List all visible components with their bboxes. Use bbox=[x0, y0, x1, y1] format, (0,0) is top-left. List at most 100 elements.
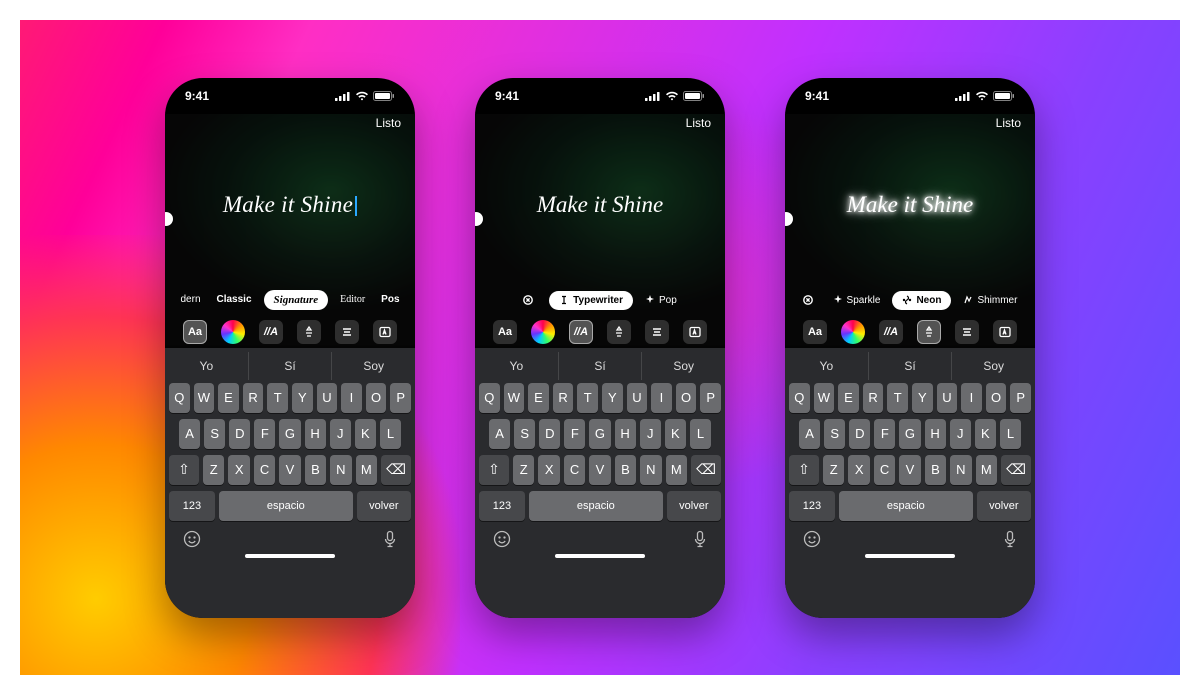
key-return[interactable]: volver bbox=[357, 491, 411, 521]
key-L[interactable]: L bbox=[1000, 419, 1021, 449]
background-tool[interactable] bbox=[683, 320, 707, 344]
key-M[interactable]: M bbox=[356, 455, 377, 485]
color-tool[interactable] bbox=[221, 320, 245, 344]
style-chip-dern[interactable]: dern bbox=[176, 290, 204, 309]
style-chip-neon[interactable]: Neon bbox=[892, 291, 951, 310]
key-W[interactable]: W bbox=[194, 383, 215, 413]
key-backspace[interactable]: ⌫ bbox=[381, 455, 411, 485]
key-N[interactable]: N bbox=[330, 455, 351, 485]
animate-tool[interactable] bbox=[297, 320, 321, 344]
key-A[interactable]: A bbox=[489, 419, 510, 449]
story-canvas[interactable]: Listo Make it Shine SparkleNeonShimmer A… bbox=[785, 114, 1035, 348]
style-chip-classic[interactable]: Classic bbox=[213, 290, 256, 309]
style-chip-editor[interactable]: Editor bbox=[336, 290, 369, 309]
key-numbers[interactable]: 123 bbox=[789, 491, 835, 521]
done-button[interactable]: Listo bbox=[996, 116, 1021, 130]
style-chip-close[interactable] bbox=[519, 291, 541, 309]
suggestion-0[interactable]: Yo bbox=[785, 352, 869, 380]
key-Z[interactable]: Z bbox=[513, 455, 534, 485]
font-size-tool[interactable]: Aa bbox=[493, 320, 517, 344]
suggestion-1[interactable]: Sí bbox=[869, 352, 953, 380]
emoji-icon[interactable] bbox=[183, 530, 201, 548]
key-G[interactable]: G bbox=[279, 419, 300, 449]
slant-tool[interactable]: //A bbox=[569, 320, 593, 344]
key-X[interactable]: X bbox=[228, 455, 249, 485]
key-Z[interactable]: Z bbox=[203, 455, 224, 485]
done-button[interactable]: Listo bbox=[686, 116, 711, 130]
key-W[interactable]: W bbox=[504, 383, 525, 413]
key-F[interactable]: F bbox=[254, 419, 275, 449]
key-return[interactable]: volver bbox=[667, 491, 721, 521]
key-H[interactable]: H bbox=[615, 419, 636, 449]
key-D[interactable]: D bbox=[229, 419, 250, 449]
key-M[interactable]: M bbox=[666, 455, 687, 485]
key-T[interactable]: T bbox=[267, 383, 288, 413]
key-X[interactable]: X bbox=[538, 455, 559, 485]
key-U[interactable]: U bbox=[937, 383, 958, 413]
key-space[interactable]: espacio bbox=[529, 491, 663, 521]
key-C[interactable]: C bbox=[254, 455, 275, 485]
key-O[interactable]: O bbox=[676, 383, 697, 413]
background-tool[interactable] bbox=[993, 320, 1017, 344]
style-chip-shimmer[interactable]: Shimmer bbox=[959, 291, 1021, 310]
key-O[interactable]: O bbox=[986, 383, 1007, 413]
key-T[interactable]: T bbox=[577, 383, 598, 413]
key-F[interactable]: F bbox=[874, 419, 895, 449]
key-S[interactable]: S bbox=[514, 419, 535, 449]
key-L[interactable]: L bbox=[690, 419, 711, 449]
key-Y[interactable]: Y bbox=[292, 383, 313, 413]
color-tool[interactable] bbox=[531, 320, 555, 344]
color-tool[interactable] bbox=[841, 320, 865, 344]
animate-tool[interactable] bbox=[917, 320, 941, 344]
key-A[interactable]: A bbox=[799, 419, 820, 449]
key-F[interactable]: F bbox=[564, 419, 585, 449]
font-size-tool[interactable]: Aa bbox=[803, 320, 827, 344]
home-indicator[interactable] bbox=[865, 554, 955, 558]
key-backspace[interactable]: ⌫ bbox=[691, 455, 721, 485]
key-P[interactable]: P bbox=[1010, 383, 1031, 413]
key-numbers[interactable]: 123 bbox=[169, 491, 215, 521]
key-U[interactable]: U bbox=[317, 383, 338, 413]
suggestion-2[interactable]: Soy bbox=[952, 352, 1035, 380]
story-canvas[interactable]: Listo Make it Shine TypewriterPop Aa//A bbox=[475, 114, 725, 348]
key-B[interactable]: B bbox=[305, 455, 326, 485]
emoji-icon[interactable] bbox=[493, 530, 511, 548]
key-N[interactable]: N bbox=[640, 455, 661, 485]
key-D[interactable]: D bbox=[539, 419, 560, 449]
style-chip-typewriter[interactable]: Typewriter bbox=[549, 291, 633, 310]
key-J[interactable]: J bbox=[640, 419, 661, 449]
key-space[interactable]: espacio bbox=[839, 491, 973, 521]
suggestion-0[interactable]: Yo bbox=[475, 352, 559, 380]
suggestion-1[interactable]: Sí bbox=[559, 352, 643, 380]
style-chip-close[interactable] bbox=[799, 291, 821, 309]
key-B[interactable]: B bbox=[615, 455, 636, 485]
key-K[interactable]: K bbox=[665, 419, 686, 449]
key-Y[interactable]: Y bbox=[602, 383, 623, 413]
key-Z[interactable]: Z bbox=[823, 455, 844, 485]
key-U[interactable]: U bbox=[627, 383, 648, 413]
key-P[interactable]: P bbox=[390, 383, 411, 413]
key-shift[interactable]: ⇧ bbox=[789, 455, 819, 485]
key-L[interactable]: L bbox=[380, 419, 401, 449]
key-N[interactable]: N bbox=[950, 455, 971, 485]
story-text-input[interactable]: Make it Shine bbox=[785, 192, 1035, 218]
key-V[interactable]: V bbox=[589, 455, 610, 485]
key-A[interactable]: A bbox=[179, 419, 200, 449]
suggestion-2[interactable]: Soy bbox=[332, 352, 415, 380]
key-W[interactable]: W bbox=[814, 383, 835, 413]
story-canvas[interactable]: Listo Make it Shine dernClassicSignature… bbox=[165, 114, 415, 348]
align-tool[interactable] bbox=[955, 320, 979, 344]
home-indicator[interactable] bbox=[245, 554, 335, 558]
key-Q[interactable]: Q bbox=[789, 383, 810, 413]
key-G[interactable]: G bbox=[589, 419, 610, 449]
home-indicator[interactable] bbox=[555, 554, 645, 558]
key-return[interactable]: volver bbox=[977, 491, 1031, 521]
key-E[interactable]: E bbox=[528, 383, 549, 413]
slant-tool[interactable]: //A bbox=[879, 320, 903, 344]
suggestion-0[interactable]: Yo bbox=[165, 352, 249, 380]
key-K[interactable]: K bbox=[355, 419, 376, 449]
key-E[interactable]: E bbox=[838, 383, 859, 413]
key-R[interactable]: R bbox=[863, 383, 884, 413]
key-shift[interactable]: ⇧ bbox=[169, 455, 199, 485]
key-T[interactable]: T bbox=[887, 383, 908, 413]
